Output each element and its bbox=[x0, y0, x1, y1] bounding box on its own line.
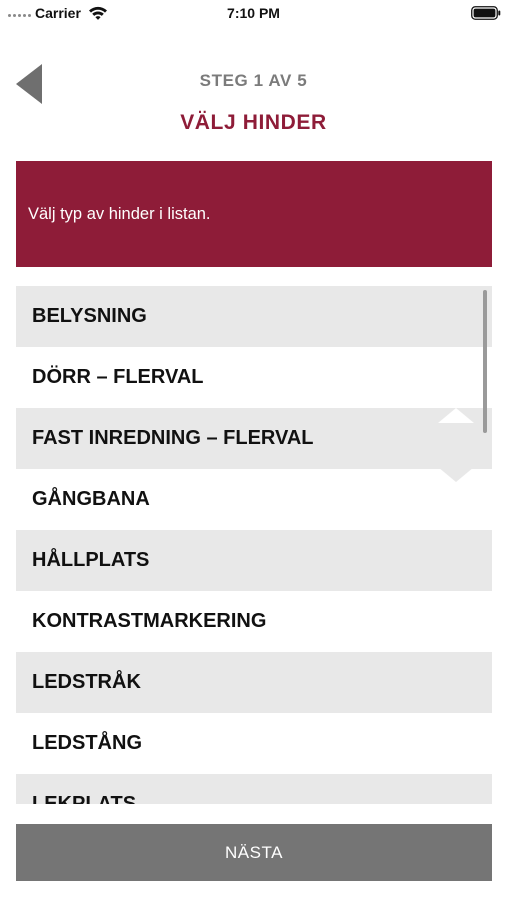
screen: Carrier 7:10 PM STEG 1 AV 5 VÄLJ HINDER … bbox=[0, 0, 507, 900]
obstacle-list[interactable]: BELYSNING DÖRR – FLERVAL FAST INREDNING … bbox=[16, 286, 492, 804]
list-item-label: FAST INREDNING – FLERVAL bbox=[32, 427, 314, 449]
list-item-ledstrak[interactable]: LEDSTRÅK bbox=[16, 652, 492, 713]
info-banner: Välj typ av hinder i listan. bbox=[16, 161, 492, 267]
list-item-label: LEKPLATS bbox=[32, 793, 137, 804]
list-item-gangbana[interactable]: GÅNGBANA bbox=[16, 469, 492, 530]
step-indicator: STEG 1 AV 5 bbox=[199, 71, 308, 90]
list-item-label: HÅLLPLATS bbox=[32, 549, 150, 571]
clock: 7:10 PM bbox=[227, 5, 280, 21]
page-title: VÄLJ HINDER bbox=[180, 111, 327, 134]
list-item-label: DÖRR – FLERVAL bbox=[32, 366, 204, 388]
list-item-label: KONTRASTMARKERING bbox=[32, 610, 267, 632]
list-item-hallplats[interactable]: HÅLLPLATS bbox=[16, 530, 492, 591]
list-item-dorr[interactable]: DÖRR – FLERVAL bbox=[16, 347, 492, 408]
status-bar: Carrier 7:10 PM bbox=[0, 0, 507, 28]
info-banner-text: Välj typ av hinder i listan. bbox=[28, 205, 211, 223]
list-item-ledstang[interactable]: LEDSTÅNG bbox=[16, 713, 492, 774]
next-button[interactable]: NÄSTA bbox=[16, 824, 492, 881]
list-item-label: BELYSNING bbox=[32, 305, 147, 327]
selection-notch bbox=[438, 408, 474, 482]
list-item-fast-inredning[interactable]: FAST INREDNING – FLERVAL bbox=[16, 408, 492, 469]
list-item-lekplats[interactable]: LEKPLATS bbox=[16, 774, 492, 804]
list-item-kontrastmarkering[interactable]: KONTRASTMARKERING bbox=[16, 591, 492, 652]
scrollbar[interactable] bbox=[483, 290, 487, 433]
list-item-label: LEDSTÅNG bbox=[32, 732, 142, 754]
list-item-belysning[interactable]: BELYSNING bbox=[16, 286, 492, 347]
battery-icon bbox=[471, 6, 501, 20]
list-item-label: LEDSTRÅK bbox=[32, 671, 141, 693]
list-item-label: GÅNGBANA bbox=[32, 488, 150, 510]
